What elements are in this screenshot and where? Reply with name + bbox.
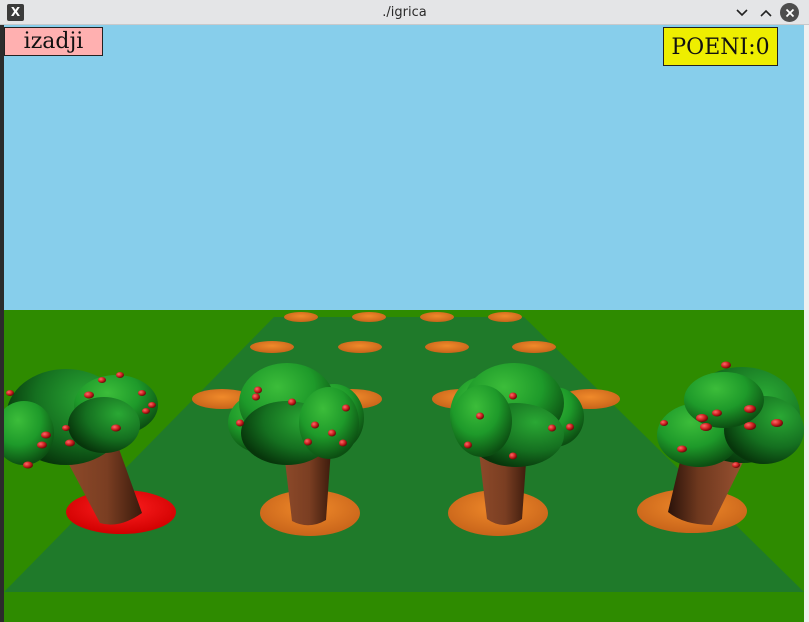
close-button[interactable]: [780, 3, 799, 22]
mole-hole[interactable]: [512, 341, 556, 353]
score-value: 0: [755, 35, 770, 60]
mole-hole[interactable]: [425, 341, 469, 353]
game-viewport[interactable]: izadji POENI:0: [4, 25, 804, 622]
score-display: POENI:0: [663, 27, 778, 66]
mole-hole[interactable]: [284, 312, 318, 322]
sky: [4, 25, 804, 310]
exit-button[interactable]: izadji: [4, 27, 103, 56]
maximize-button[interactable]: [756, 3, 775, 22]
window-title: ./igrica: [382, 5, 427, 20]
mole-hole[interactable]: [338, 341, 382, 353]
mole-hole[interactable]: [250, 341, 294, 353]
mole-hole[interactable]: [488, 312, 522, 322]
mole-hole[interactable]: [352, 312, 386, 322]
game-scene[interactable]: [4, 25, 804, 622]
window-titlebar: X ./igrica: [0, 0, 809, 25]
window-border: [804, 25, 809, 622]
score-label: POENI:: [671, 35, 756, 60]
mole-hole[interactable]: [420, 312, 454, 322]
minimize-button[interactable]: [732, 3, 751, 22]
